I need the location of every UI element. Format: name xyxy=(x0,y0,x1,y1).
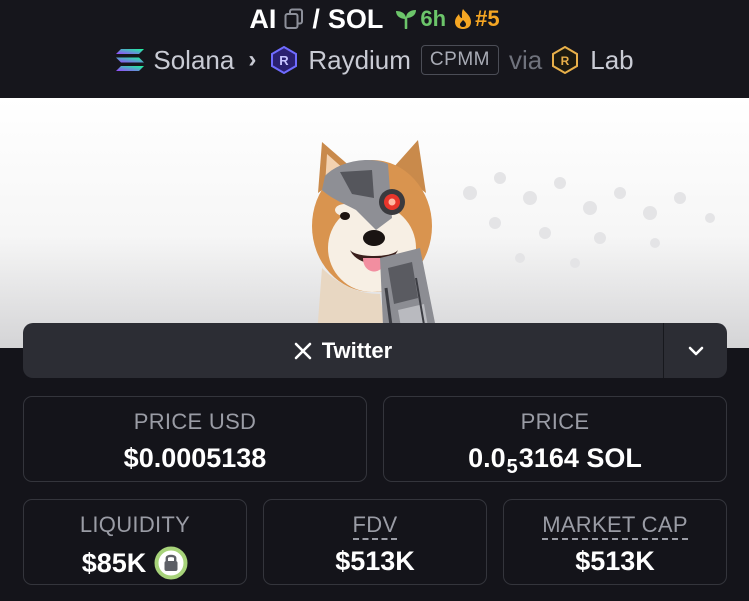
quote-token-symbol: SOL xyxy=(327,3,384,34)
pool-type-badge: CPMM xyxy=(420,45,499,75)
pair-age: 6h xyxy=(395,6,446,32)
launchpad-name[interactable]: Lab xyxy=(590,45,633,76)
fdv-value: $513K xyxy=(335,546,415,576)
price-native-digits: 3164 SOL xyxy=(518,443,642,473)
base-token-symbol: AI xyxy=(249,3,277,34)
market-cap-label[interactable]: MARKET CAP xyxy=(504,512,726,540)
seedling-icon xyxy=(396,10,417,29)
fdv-card: FDV $513K xyxy=(263,499,487,585)
pair-title-row: AI / SOL 6h #5 xyxy=(0,4,749,34)
twitter-button[interactable]: Twitter xyxy=(23,323,663,378)
raydium-logo-icon: R xyxy=(270,45,298,75)
social-links-bar: Twitter xyxy=(23,323,727,378)
svg-text:R: R xyxy=(280,53,290,68)
lock-icon[interactable] xyxy=(154,546,188,580)
flame-icon xyxy=(455,9,472,29)
via-label: via xyxy=(508,44,543,75)
price-native-label: PRICE xyxy=(520,409,590,434)
price-native-zero-count: 5 xyxy=(506,456,518,478)
liquidity-value: $85K xyxy=(81,547,147,578)
x-logo-icon xyxy=(294,342,312,359)
trending-rank: #5 xyxy=(454,6,500,32)
price-usd-label: PRICE USD xyxy=(133,409,257,434)
copy-icon[interactable] xyxy=(284,8,304,30)
svg-text:R: R xyxy=(561,54,570,68)
liquidity-label: LIQUIDITY xyxy=(79,512,191,537)
price-native-prefix: 0.0 xyxy=(468,443,506,473)
more-links-button[interactable] xyxy=(664,323,727,378)
price-usd-value: $0.0005138 xyxy=(123,443,267,473)
twitter-label: Twitter xyxy=(321,337,393,363)
chain-name[interactable]: Solana xyxy=(153,45,234,76)
dex-name[interactable]: Raydium xyxy=(308,45,411,76)
pair-header: AI / SOL 6h #5 Solana › R Raydium CPMM v… xyxy=(0,0,749,98)
chevron-down-icon xyxy=(688,346,703,355)
fdv-label[interactable]: FDV xyxy=(264,512,486,540)
price-native-card: PRICE 0.0 5 3164 SOL xyxy=(383,396,727,482)
pair-meta-row: Solana › R Raydium CPMM via R Lab xyxy=(0,42,749,78)
pair-separator: / xyxy=(312,3,320,34)
solana-logo-icon xyxy=(115,46,145,74)
market-cap-card: MARKET CAP $513K xyxy=(503,499,727,585)
launchlab-logo-icon: R xyxy=(552,45,580,75)
price-native-value: 0.0 5 3164 SOL xyxy=(384,443,726,478)
price-usd-card: PRICE USD $0.0005138 xyxy=(23,396,367,482)
market-cap-value: $513K xyxy=(575,546,655,576)
token-banner-image xyxy=(0,98,749,348)
liquidity-value-row: $85K xyxy=(24,546,246,580)
liquidity-card: LIQUIDITY $85K xyxy=(23,499,247,585)
trending-rank-value: #5 xyxy=(475,6,500,31)
chevron-right-icon: › xyxy=(248,46,257,73)
pair-age-value: 6h xyxy=(420,6,447,31)
